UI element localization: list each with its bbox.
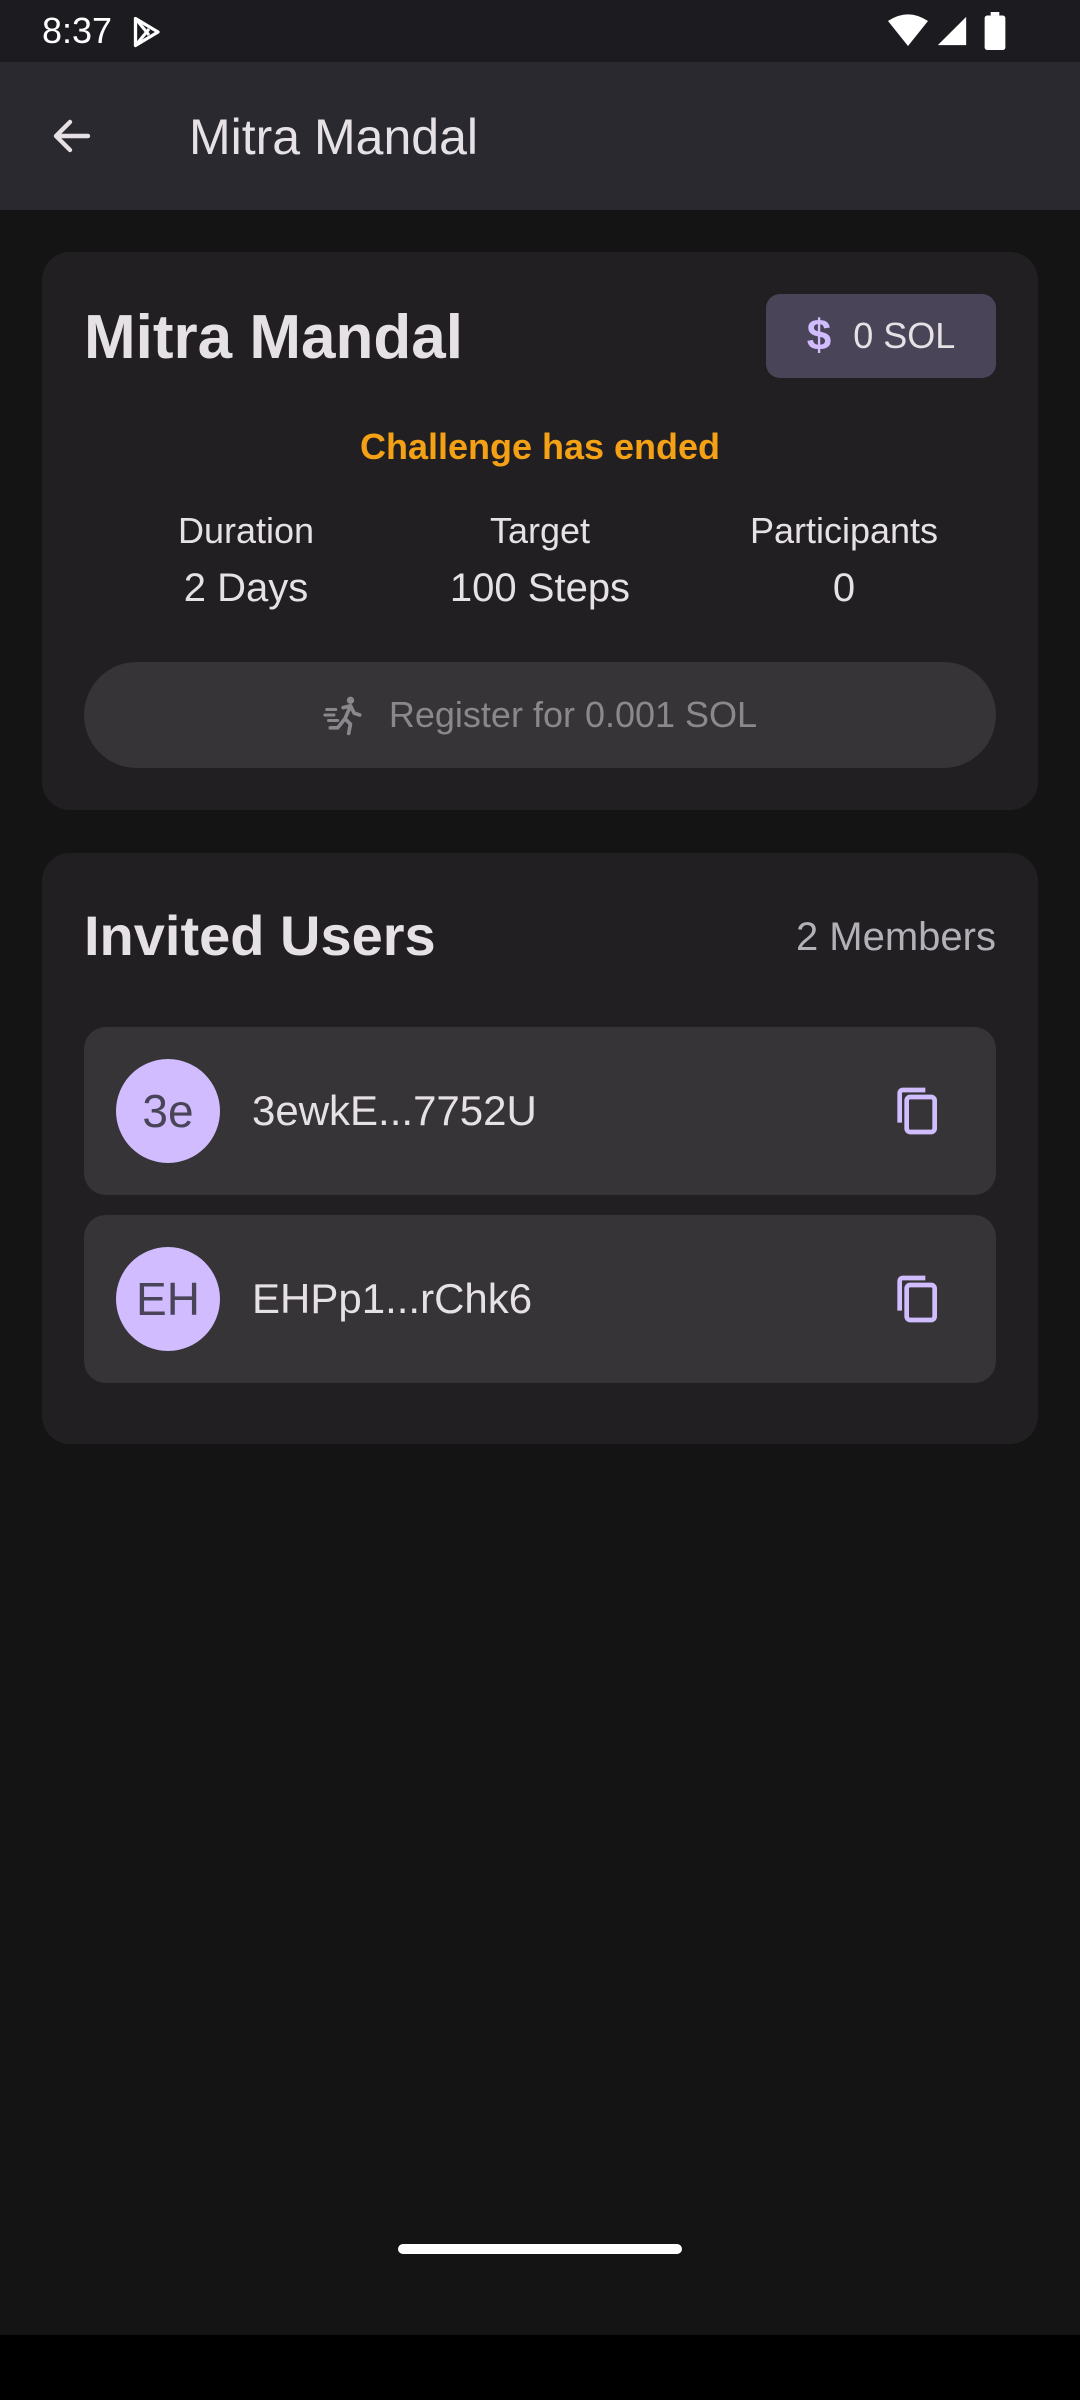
balance-text: 0 SOL <box>853 315 956 356</box>
signal-icon <box>937 16 967 46</box>
avatar: 3e <box>116 1059 220 1163</box>
balance-badge[interactable]: $ 0 SOL <box>766 294 996 378</box>
running-person-icon <box>323 696 362 736</box>
copy-button[interactable] <box>878 1073 954 1149</box>
arrow-left-icon <box>53 119 91 153</box>
user-address: EHPp1...rChk6 <box>252 1275 533 1322</box>
dollar-icon: $ <box>806 311 832 360</box>
wifi-icon <box>888 14 928 47</box>
list-item: 3e 3ewkE...7752U <box>84 1027 996 1195</box>
back-button[interactable] <box>36 100 108 172</box>
copy-icon <box>897 1275 937 1323</box>
register-label: Register for 0.001 SOL <box>388 694 758 735</box>
avatar: EH <box>116 1247 220 1351</box>
page-title: Mitra Mandal <box>189 109 478 165</box>
register-button[interactable]: Register for 0.001 SOL <box>84 662 996 768</box>
invited-users-card: Invited Users 2 Members 3e 3ewkE...7752U… <box>42 853 1038 1444</box>
invited-users-title: Invited Users <box>84 904 436 967</box>
home-indicator[interactable] <box>398 2244 682 2254</box>
status-time: 8:37 <box>42 10 113 51</box>
copy-button[interactable] <box>878 1261 954 1337</box>
members-count: 2 Members <box>795 915 996 959</box>
stat-label: Participants <box>749 510 939 551</box>
challenge-status: Challenge has ended <box>359 426 721 467</box>
copy-icon <box>897 1087 937 1135</box>
status-bar: 8:37 <box>0 0 1080 62</box>
user-address: 3ewkE...7752U <box>252 1087 537 1134</box>
stat-value: 0 <box>832 566 856 610</box>
app-bar: Mitra Mandal <box>0 62 1080 210</box>
stat-label: Target <box>489 510 591 551</box>
challenge-name: Mitra Mandal <box>84 303 463 372</box>
play-store-icon <box>133 16 160 48</box>
stat-value: 100 Steps <box>449 566 631 610</box>
challenge-card: Mitra Mandal $ 0 SOL Challenge has ended… <box>42 252 1038 810</box>
stat-participants: Participants 0 <box>694 510 994 611</box>
stat-label: Duration <box>177 510 315 551</box>
stat-target: Target 100 Steps <box>390 510 690 611</box>
battery-icon <box>984 12 1006 50</box>
list-item: EH EHPp1...rChk6 <box>84 1215 996 1383</box>
stat-duration: Duration 2 Days <box>96 510 396 611</box>
stat-value: 2 Days <box>183 566 309 610</box>
navigation-bar <box>0 2335 1080 2400</box>
